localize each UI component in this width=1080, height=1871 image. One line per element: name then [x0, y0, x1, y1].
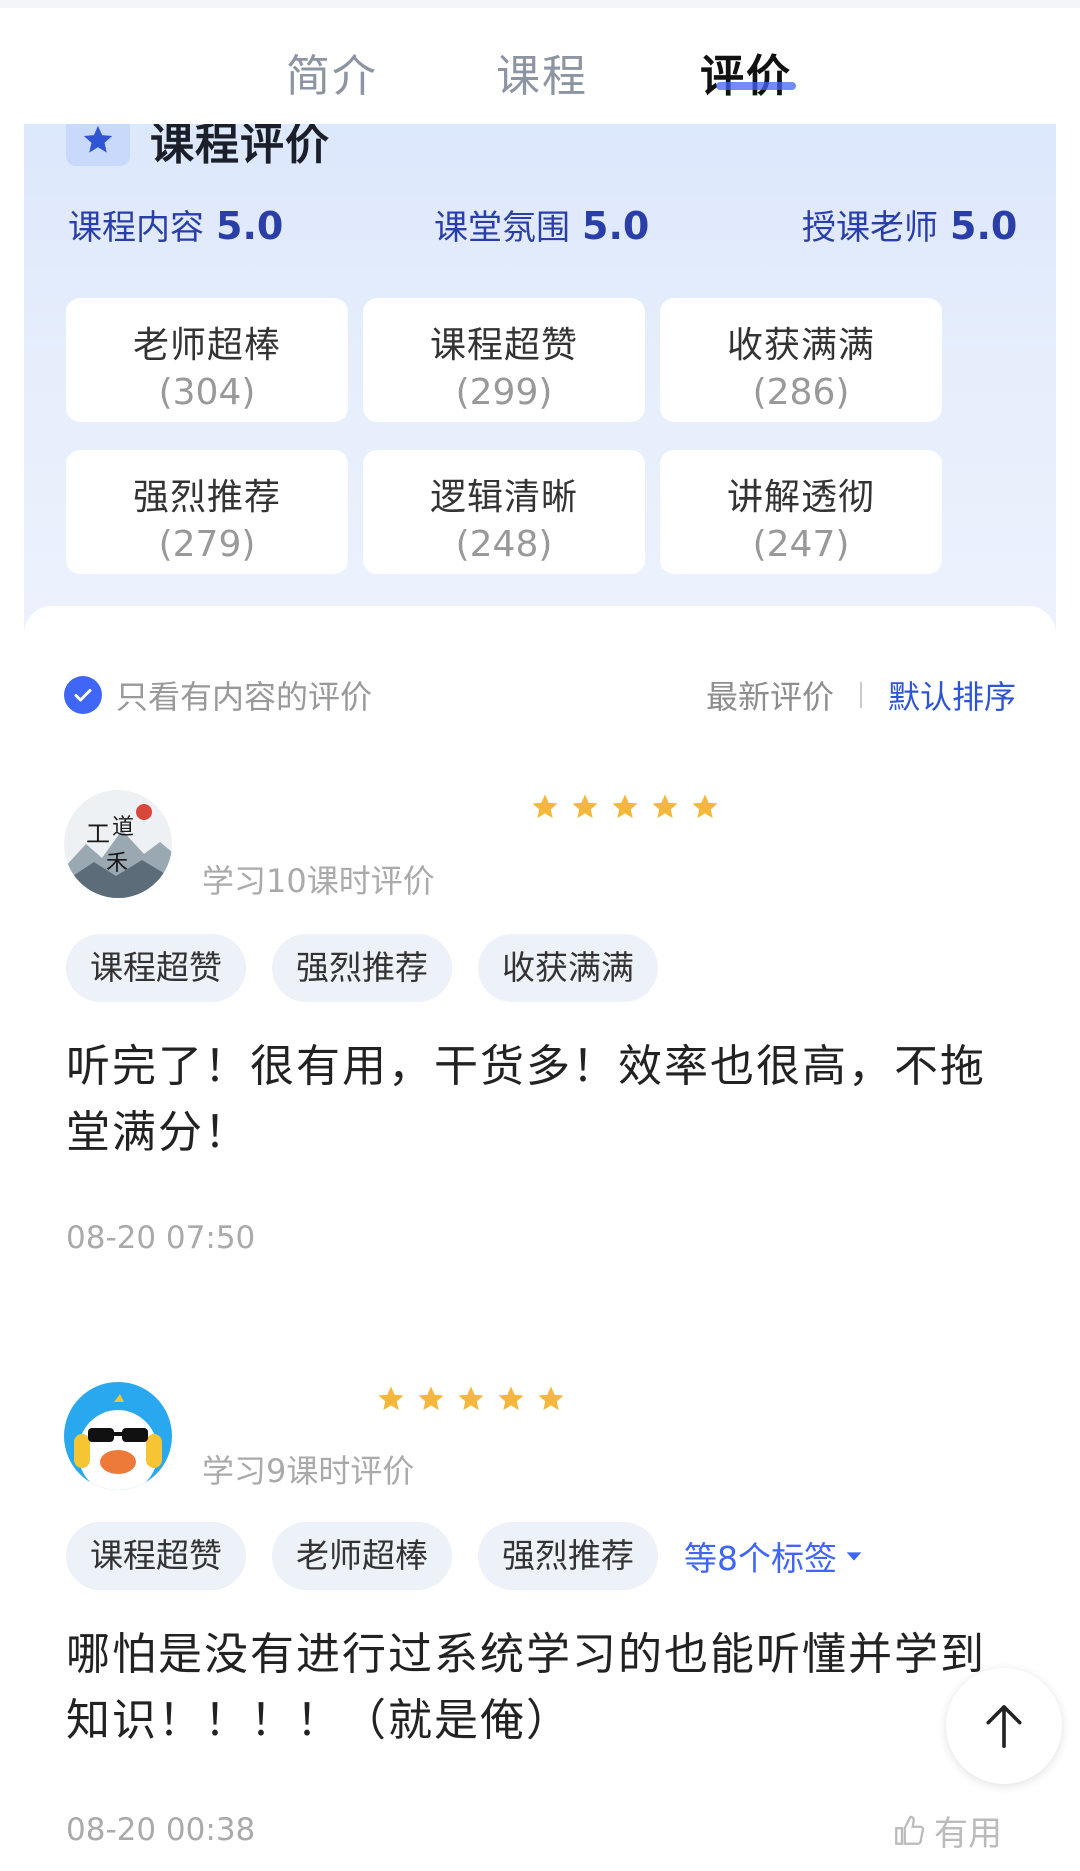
avatar[interactable]	[64, 1382, 172, 1490]
star-icon	[532, 794, 558, 819]
score-teacher: 授课老师 5.0	[802, 200, 1017, 249]
review-tag: 老师超棒	[272, 1522, 452, 1590]
score-value: 5.0	[582, 204, 650, 248]
score-content: 课程内容 5.0	[68, 200, 283, 249]
sort-default-button[interactable]: 默认排序	[888, 672, 1016, 718]
review-meta: 学习9课时评价	[202, 1452, 415, 1490]
chip-count: (286)	[752, 372, 850, 413]
review-date: 08-20 07:50	[66, 1220, 256, 1256]
summary-tag-chip[interactable]: 讲解透彻 (247)	[660, 450, 942, 574]
chip-count: (279)	[158, 524, 256, 565]
filter-label: 只看有内容的评价	[116, 678, 373, 716]
score-label: 授课老师	[802, 208, 938, 248]
star-icon	[612, 794, 638, 819]
summary-tag-chip[interactable]: 老师超棒 (304)	[66, 298, 348, 422]
summary-tag-chip[interactable]: 强烈推荐 (279)	[66, 450, 348, 574]
rating-stars	[376, 1384, 566, 1414]
more-tags-label: 等8个标签	[684, 1539, 837, 1578]
star-icon	[378, 1386, 404, 1411]
back-to-top-button[interactable]	[946, 1668, 1062, 1784]
summary-tag-chip[interactable]: 收获满满 (286)	[660, 298, 942, 422]
svg-text:道: 道	[112, 815, 134, 840]
review-tag: 强烈推荐	[272, 934, 452, 1002]
review-tag: 收获满满	[478, 934, 658, 1002]
arrow-up-icon	[986, 1705, 1022, 1749]
chip-count: (299)	[455, 372, 553, 413]
score-value: 5.0	[216, 204, 284, 248]
star-icon	[538, 1386, 564, 1411]
chip-label: 老师超棒	[132, 325, 281, 366]
chip-count: (248)	[455, 524, 553, 565]
tab-bar: 简介 课程 评价	[0, 0, 1080, 124]
tab-active-indicator	[716, 82, 796, 90]
chip-label: 课程超赞	[429, 325, 578, 366]
summary-tag-chip[interactable]: 课程超赞 (299)	[363, 298, 645, 422]
sort-options: 最新评价 默认排序	[706, 670, 1016, 720]
star-icon	[498, 1386, 524, 1411]
score-value: 5.0	[950, 204, 1018, 248]
review-date: 08-20 00:38	[66, 1812, 256, 1848]
chip-label: 收获满满	[726, 325, 875, 366]
more-tags-button[interactable]: 等8个标签	[684, 1522, 865, 1590]
star-icon	[418, 1386, 444, 1411]
rating-stars	[530, 792, 720, 822]
score-atmosphere: 课堂氛围 5.0	[434, 200, 649, 249]
score-label: 课程内容	[68, 208, 204, 248]
score-label: 课堂氛围	[434, 208, 570, 248]
chip-label: 强烈推荐	[132, 477, 281, 518]
scrolled-header-strip	[0, 0, 1080, 8]
sort-divider	[859, 682, 862, 708]
svg-text:工: 工	[86, 820, 110, 848]
chip-label: 讲解透彻	[726, 477, 875, 518]
review-text: 听完了！很有用，干货多！效率也很高，不拖堂满分！	[66, 1041, 986, 1158]
star-icon	[652, 794, 678, 819]
tab-reviews[interactable]: 评价	[700, 40, 792, 104]
check-icon	[64, 676, 102, 714]
review-text: 哪怕是没有进行过系统学习的也能听懂并学到知识！！！！（就是俺）	[66, 1629, 986, 1746]
useful-button[interactable]: 有用	[892, 1806, 1002, 1855]
caret-down-icon	[846, 1552, 862, 1561]
tab-intro[interactable]: 简介	[286, 40, 378, 104]
avatar[interactable]: 工 道 禾	[64, 790, 172, 898]
review-tag: 强烈推荐	[478, 1522, 658, 1590]
content-only-filter[interactable]: 只看有内容的评价	[64, 670, 372, 720]
useful-label: 有用	[934, 1814, 1002, 1854]
review-meta: 学习10课时评价	[202, 862, 435, 900]
chip-count: (304)	[158, 372, 256, 413]
star-icon	[458, 1386, 484, 1411]
chip-label: 逻辑清晰	[429, 477, 578, 518]
review-tag: 课程超赞	[66, 1522, 246, 1590]
svg-text:禾: 禾	[106, 851, 128, 876]
star-icon	[572, 794, 598, 819]
review-tag: 课程超赞	[66, 934, 246, 1002]
summary-tag-chip[interactable]: 逻辑清晰 (248)	[363, 450, 645, 574]
chip-count: (247)	[752, 524, 850, 565]
tab-course[interactable]: 课程	[496, 40, 588, 104]
star-icon	[692, 794, 718, 819]
thumbs-up-icon	[895, 1815, 925, 1845]
sort-latest-button[interactable]: 最新评价	[706, 672, 834, 718]
